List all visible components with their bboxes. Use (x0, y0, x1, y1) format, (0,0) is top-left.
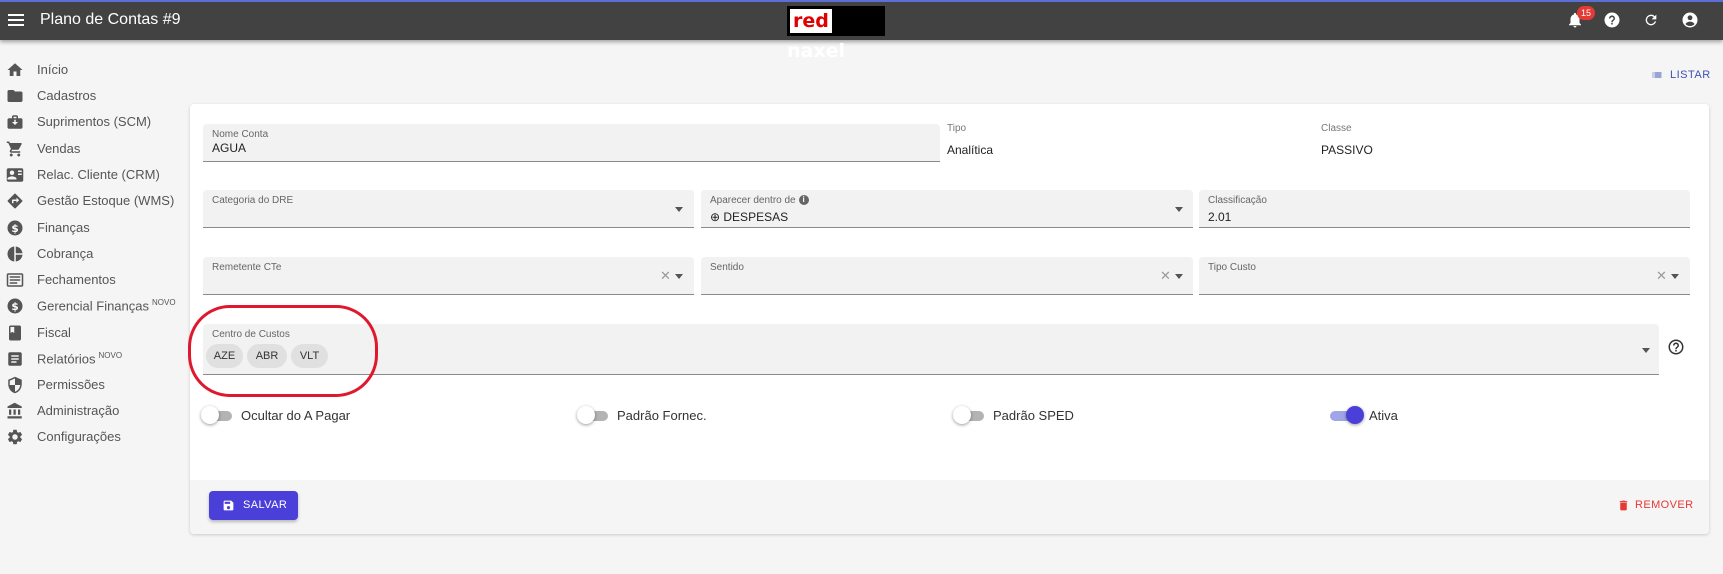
sidebar-item-administracao[interactable]: Administração (0, 400, 180, 422)
gear-icon (7, 429, 23, 445)
sidebar-item-cadastros[interactable]: Cadastros (0, 85, 180, 107)
svg-text:$: $ (11, 301, 18, 313)
sidebar-item-inicio[interactable]: Início (0, 59, 180, 81)
remove-button[interactable]: REMOVER (1617, 497, 1697, 515)
info-icon[interactable]: i (798, 195, 809, 205)
dropdown-arrow-icon[interactable] (1175, 274, 1183, 279)
sidebar-item-relatorios[interactable]: Relatórios NOVO (0, 348, 180, 370)
help-circle-icon[interactable] (1667, 338, 1685, 356)
help-icon[interactable] (1603, 11, 1625, 33)
dropdown-arrow-icon[interactable] (1671, 274, 1679, 279)
dropdown-arrow-icon[interactable] (1642, 348, 1650, 353)
hamburger-menu-icon[interactable] (8, 12, 26, 28)
sidebar-item-vendas[interactable]: Vendas (0, 138, 180, 160)
top-app-bar: Plano de Contas #9 rednaxel 15 (0, 0, 1723, 62)
nome-conta-field[interactable]: Nome Conta AGUA (203, 124, 940, 162)
sidebar-item-financas[interactable]: $ Finanças (0, 217, 180, 239)
account-circle-icon[interactable] (1681, 11, 1703, 33)
sentido-select[interactable]: Sentido ✕ (701, 257, 1193, 295)
sidebar-item-gerencial-financas[interactable]: $ Gerencial Finanças NOVO (0, 295, 180, 317)
briefcase-icon (7, 115, 23, 129)
app-root: Plano de Contas #9 rednaxel 15 Início Ca… (0, 0, 1723, 574)
tipo-display: Tipo Analítica (947, 123, 994, 157)
trash-icon (1619, 500, 1628, 511)
sidebar-item-fiscal[interactable]: Fiscal (0, 322, 180, 344)
sidebar-item-permissoes[interactable]: Permissões (0, 374, 180, 396)
list-box-icon (6, 273, 24, 287)
new-badge: NOVO (98, 351, 123, 360)
home-icon (7, 63, 23, 76)
aparecer-dentro-select[interactable]: Aparecer dentro de i ⊕ DESPESAS (701, 190, 1193, 228)
directions-icon (7, 193, 23, 209)
report-icon (8, 352, 22, 366)
sidebar-item-fechamentos[interactable]: Fechamentos (0, 269, 180, 291)
clear-icon[interactable]: ✕ (1656, 269, 1667, 282)
rednaxel-logo: rednaxel (787, 6, 885, 62)
svg-text:$: $ (11, 223, 18, 235)
categoria-dre-select[interactable]: Categoria do DRE (203, 190, 694, 228)
page-title: Plano de Contas #9 (40, 11, 181, 28)
dollar-circle-icon: $ (7, 220, 23, 236)
chip-vlt[interactable]: VLT (291, 344, 328, 368)
contact-card-icon (6, 168, 24, 182)
refresh-icon[interactable] (1643, 12, 1665, 34)
notification-count-badge: 15 (1577, 6, 1596, 20)
chip-aze[interactable]: AZE (206, 344, 243, 368)
pie-chart-icon (7, 246, 23, 262)
folder-icon (7, 90, 23, 102)
dropdown-arrow-icon[interactable] (675, 207, 683, 212)
shield-icon (8, 376, 22, 394)
sidebar-item-cobranca[interactable]: Cobrança (0, 243, 180, 265)
cart-icon (6, 141, 22, 157)
book-icon (9, 325, 21, 341)
new-badge: NOVO (152, 298, 176, 307)
save-button[interactable]: SALVAR (209, 491, 298, 520)
sidebar-item-wms[interactable]: Gestão Estoque (WMS) (0, 190, 180, 212)
chip-abr[interactable]: ABR (247, 344, 287, 368)
dropdown-arrow-icon[interactable] (675, 274, 683, 279)
dollar-circle-icon: $ (7, 298, 23, 314)
clear-icon[interactable]: ✕ (660, 269, 671, 282)
sidebar-item-suprimentos[interactable]: Suprimentos (SCM) (0, 111, 180, 133)
remetente-cte-select[interactable]: Remetente CTe ✕ (203, 257, 694, 295)
sidebar-item-crm[interactable]: Relac. Cliente (CRM) (0, 164, 180, 186)
notifications-icon[interactable]: 15 (1566, 6, 1596, 33)
classe-display: Classe PASSIVO (1321, 123, 1373, 157)
account-form-card: Nome Conta AGUA Tipo Analítica Classe PA… (190, 104, 1709, 534)
list-icon (1652, 72, 1662, 78)
dropdown-arrow-icon[interactable] (1175, 207, 1183, 212)
card-footer: SALVAR REMOVER (190, 480, 1709, 534)
classificacao-field[interactable]: Classificação 2.01 (1199, 190, 1690, 228)
sidebar-item-configuracoes[interactable]: Configurações (0, 426, 180, 448)
centro-custos-select[interactable]: Centro de Custos AZE ABR VLT (203, 324, 1659, 375)
tipo-custo-select[interactable]: Tipo Custo ✕ (1199, 257, 1690, 295)
clear-icon[interactable]: ✕ (1160, 269, 1171, 282)
bank-icon (7, 402, 22, 419)
save-icon (223, 500, 234, 511)
